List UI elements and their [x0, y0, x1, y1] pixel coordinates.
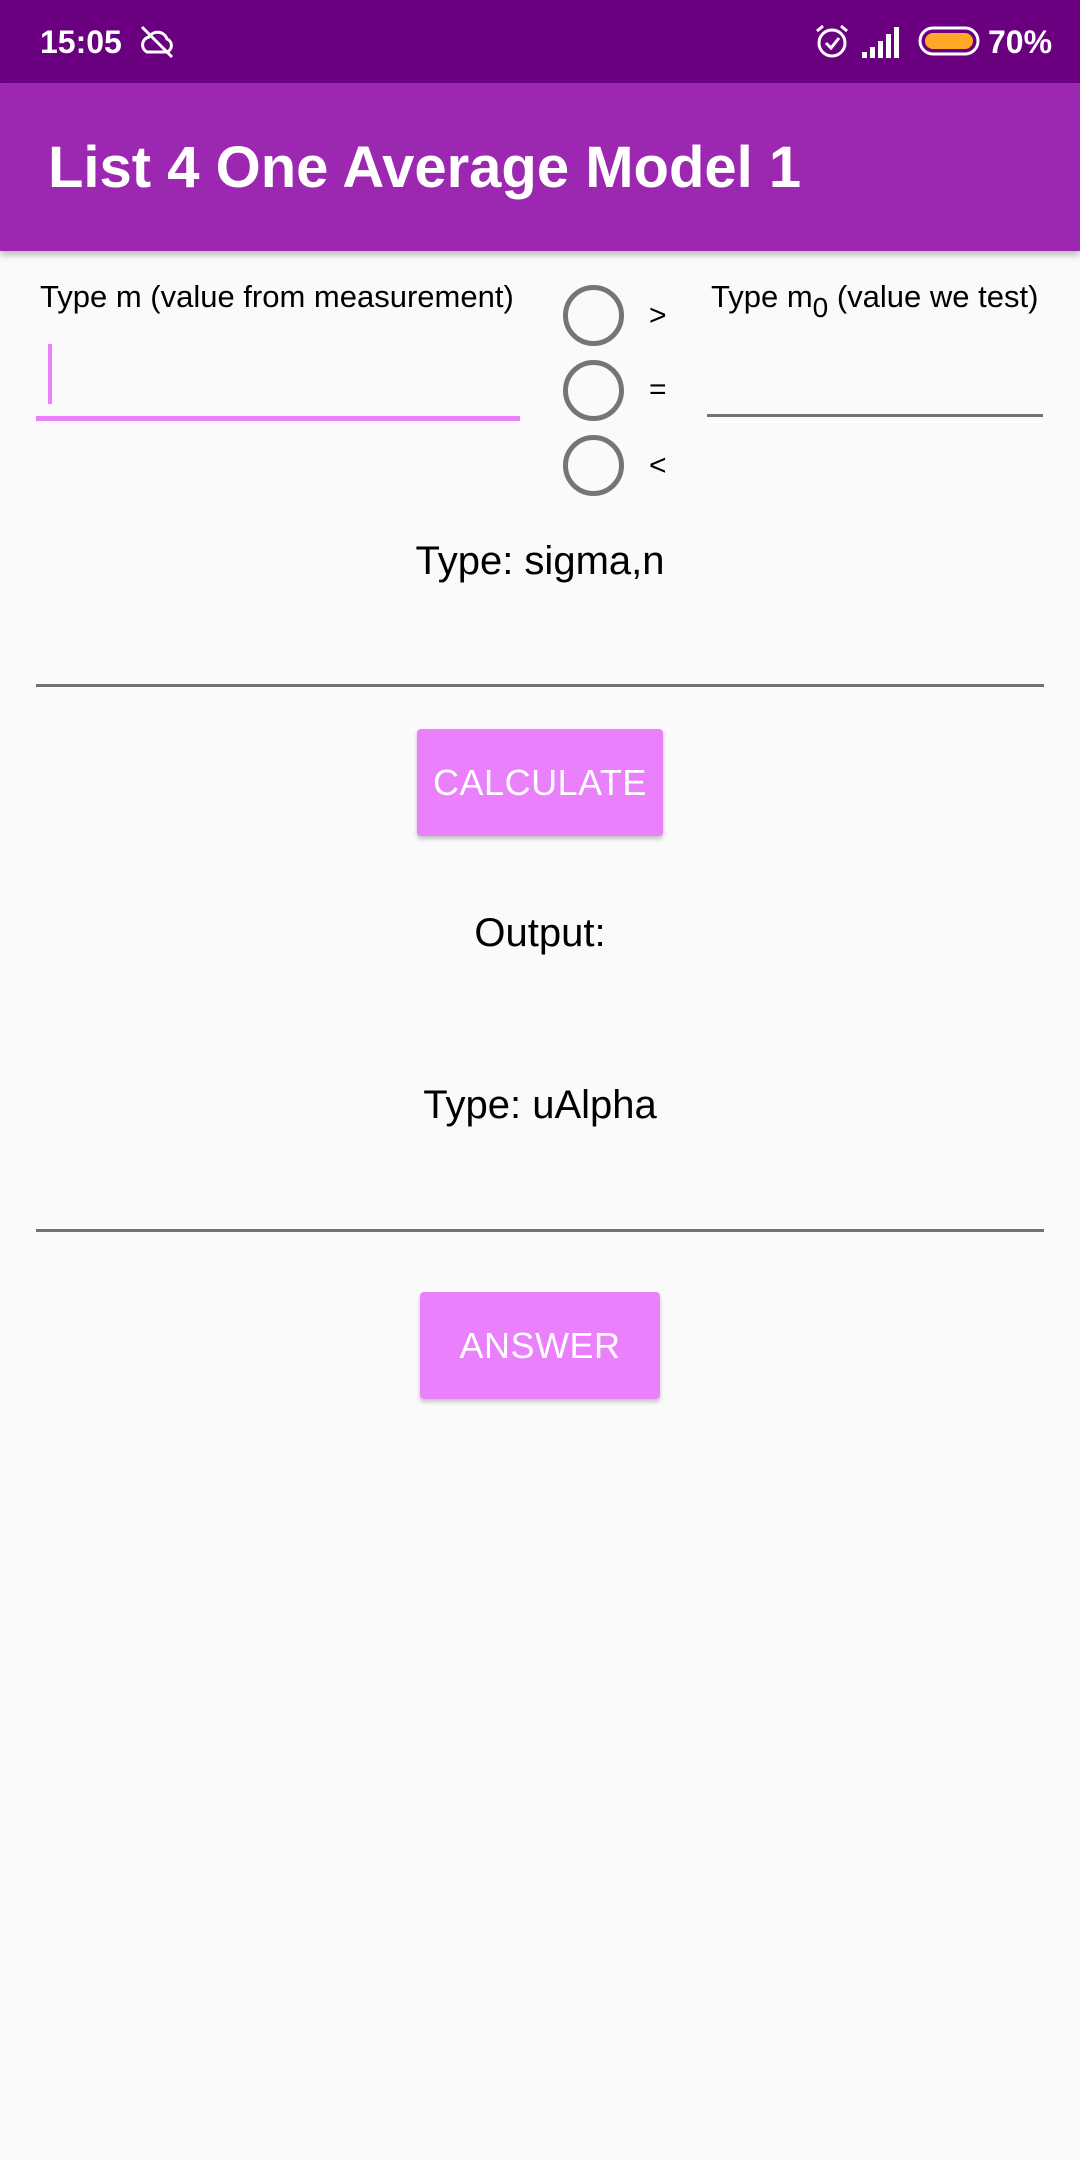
status-time: 15:05	[40, 24, 122, 60]
status-bar: 15:05 70%	[0, 0, 1080, 83]
battery-icon	[918, 26, 980, 56]
calculate-button[interactable]: CALCULATE	[417, 729, 663, 836]
m0-label: Type m0 (value we test)	[711, 277, 1039, 323]
radio-less-than-label: <	[649, 449, 667, 482]
radio-greater-than-label: >	[649, 299, 667, 332]
ualpha-input[interactable]	[36, 1155, 1044, 1232]
m-input[interactable]	[36, 344, 520, 421]
sigma-label: Type: sigma,n	[415, 539, 665, 583]
app-title: List 4 One Average Model 1	[48, 135, 802, 200]
radio-less-than[interactable]	[563, 435, 624, 496]
m0-label-prefix: Type m	[711, 279, 813, 314]
m0-label-subscript: 0	[812, 292, 829, 323]
m0-label-suffix: (value we test)	[828, 279, 1039, 314]
signal-icon	[862, 27, 899, 58]
radio-equal[interactable]	[563, 360, 624, 421]
alarm-icon	[816, 24, 848, 58]
app-bar: List 4 One Average Model 1	[0, 83, 1080, 251]
output-label: Output:	[474, 911, 606, 955]
cloud-off-icon	[140, 25, 174, 59]
sigma-input[interactable]	[36, 610, 1044, 687]
ualpha-label: Type: uAlpha	[423, 1083, 657, 1127]
m-label: Type m (value from measurement)	[40, 279, 514, 314]
battery-percent: 70%	[988, 24, 1053, 60]
m0-input[interactable]	[707, 344, 1043, 417]
radio-equal-label: =	[649, 373, 667, 406]
radio-greater-than[interactable]	[563, 285, 624, 346]
answer-button[interactable]: ANSWER	[420, 1292, 660, 1399]
text-cursor	[48, 344, 52, 404]
